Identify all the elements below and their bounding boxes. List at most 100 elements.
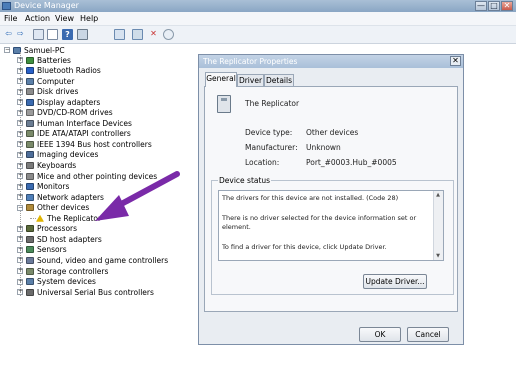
battery-icon [26, 56, 34, 64]
properties-icon[interactable] [47, 29, 58, 40]
menu-view[interactable]: View [55, 14, 74, 23]
menu-action[interactable]: Action [25, 14, 50, 23]
expand-icon[interactable]: + [17, 183, 23, 190]
tree-category-storage-controllers[interactable]: + Storage controllers [17, 266, 108, 276]
collapse-icon[interactable]: − [17, 204, 23, 211]
dialog-close-button[interactable]: ✕ [450, 56, 461, 66]
tree-category-sensors[interactable]: + Sensors [17, 245, 67, 255]
expand-icon[interactable]: + [17, 289, 23, 296]
tree-category-dvd-cd-rom-drives[interactable]: + DVD/CD-ROM drives [17, 108, 113, 118]
expand-icon[interactable]: + [17, 141, 23, 148]
enable-icon[interactable] [163, 29, 174, 40]
tree-child-the-replicator[interactable]: The Replicator [36, 213, 101, 223]
close-window-button[interactable]: ✕ [501, 1, 513, 11]
tree-category-ide-ata-atapi-controllers[interactable]: + IDE ATA/ATAPI controllers [17, 129, 131, 139]
collapse-icon[interactable]: − [4, 47, 10, 53]
device-manager-app-icon [2, 2, 11, 10]
tree-category-computer[interactable]: + Computer [17, 76, 74, 86]
menu-file[interactable]: File [4, 14, 17, 23]
tree-root[interactable]: − Samuel-PC [4, 45, 65, 55]
tree-view-icon[interactable] [33, 29, 44, 40]
expand-icon[interactable]: + [17, 120, 23, 127]
monitor-icon [26, 183, 34, 191]
expand-icon[interactable]: + [17, 173, 23, 180]
ieee1394-icon [26, 140, 34, 148]
tree-category-disk-drives[interactable]: + Disk drives [17, 87, 78, 97]
expand-icon[interactable]: + [17, 236, 23, 243]
expand-icon[interactable]: + [17, 257, 23, 264]
tree-item-label: Other devices [37, 203, 90, 213]
expand-icon[interactable]: + [17, 278, 23, 285]
ok-button[interactable]: OK [359, 327, 401, 342]
display-adapter-icon [26, 98, 34, 106]
expand-icon[interactable]: + [17, 67, 23, 74]
tree-category-sd-host-adapters[interactable]: + SD host adapters [17, 234, 102, 244]
expand-icon[interactable]: + [17, 246, 23, 253]
tree-category-universal-serial-bus-controllers[interactable]: + Universal Serial Bus controllers [17, 287, 154, 297]
expand-icon[interactable]: + [17, 78, 23, 85]
manufacturer-label: Manufacturer: [245, 143, 298, 152]
help-icon[interactable]: ? [62, 29, 73, 40]
scroll-down-icon[interactable]: ▼ [435, 253, 441, 259]
expand-icon[interactable]: + [17, 162, 23, 169]
scroll-up-icon[interactable]: ▲ [435, 192, 441, 198]
camera-icon [26, 151, 34, 159]
device-icon [217, 95, 231, 113]
tab-driver[interactable]: Driver [237, 74, 264, 86]
tree-category-system-devices[interactable]: + System devices [17, 277, 96, 287]
tree-category-processors[interactable]: + Processors [17, 224, 77, 234]
dvd-icon [26, 109, 34, 117]
back-icon[interactable]: ⇦ [3, 29, 14, 40]
tree-item-label: Mice and other pointing devices [37, 171, 158, 181]
tree-item-label: The Replicator [47, 213, 102, 223]
tree-category-monitors[interactable]: + Monitors [17, 182, 69, 192]
device-name: The Replicator [245, 99, 300, 108]
tree-item-label: Sensors [37, 245, 67, 255]
tree-category-keyboards[interactable]: + Keyboards [17, 161, 76, 171]
tree-item-label: Bluetooth Radios [37, 66, 101, 76]
tree-category-mice-and-other-pointing-devices[interactable]: + Mice and other pointing devices [17, 171, 157, 181]
tree-item-label: DVD/CD-ROM drives [37, 108, 113, 118]
status-scrollbar[interactable]: ▲ ▼ [433, 191, 443, 260]
expand-icon[interactable]: + [17, 57, 23, 63]
forward-icon[interactable]: ⇨ [15, 29, 26, 40]
expand-icon[interactable]: + [17, 194, 23, 201]
tree-category-ieee-1394-bus-host-controllers[interactable]: + IEEE 1394 Bus host controllers [17, 139, 152, 149]
expand-icon[interactable]: + [17, 88, 23, 95]
device-tree: − Samuel-PC + Batteries + Bluetooth Radios + Co… [0, 44, 200, 370]
scan-hardware-icon[interactable] [114, 29, 125, 40]
uninstall-icon[interactable] [132, 29, 143, 40]
expand-icon[interactable]: + [17, 99, 23, 106]
expand-icon[interactable]: + [17, 268, 23, 274]
tree-category-display-adapters[interactable]: + Display adapters [17, 97, 100, 107]
tree-item-label: Processors [37, 224, 78, 234]
disable-icon[interactable]: ✕ [148, 29, 159, 40]
cancel-button[interactable]: Cancel [407, 327, 449, 342]
expand-icon[interactable]: + [17, 109, 23, 116]
expand-icon[interactable]: + [17, 151, 23, 158]
expand-icon[interactable]: + [17, 225, 23, 232]
tab-details[interactable]: Details [264, 74, 294, 86]
usb-icon [26, 288, 34, 296]
tree-category-imaging-devices[interactable]: + Imaging devices [17, 150, 98, 160]
tree-category-other-devices[interactable]: − Other devices [17, 203, 89, 213]
menu-help[interactable]: Help [80, 14, 98, 23]
tree-category-bluetooth-radios[interactable]: + Bluetooth Radios [17, 66, 101, 76]
computer-icon [26, 77, 34, 85]
update-driver-button[interactable]: Update Driver... [363, 274, 427, 289]
tree-category-batteries[interactable]: + Batteries [17, 55, 71, 65]
tree-item-label: Imaging devices [37, 150, 99, 160]
maximize-button[interactable]: □ [488, 1, 500, 11]
tree-category-network-adapters[interactable]: + Network adapters [17, 192, 104, 202]
toolbar: ⇦ ⇨ ? ✕ [0, 26, 516, 44]
tree-root-label: Samuel-PC [24, 45, 65, 55]
tree-category-sound-video-and-game-controllers[interactable]: + Sound, video and game controllers [17, 255, 168, 265]
window-title: Device Manager [14, 1, 79, 10]
device-status-textbox[interactable]: The drivers for this device are not inst… [218, 190, 444, 261]
minimize-button[interactable]: — [475, 1, 487, 11]
tree-category-human-interface-devices[interactable]: + Human Interface Devices [17, 118, 132, 128]
tab-general[interactable]: General [205, 72, 237, 87]
sound-icon [26, 256, 34, 264]
expand-icon[interactable]: + [17, 130, 23, 137]
display-icon[interactable] [77, 29, 88, 40]
